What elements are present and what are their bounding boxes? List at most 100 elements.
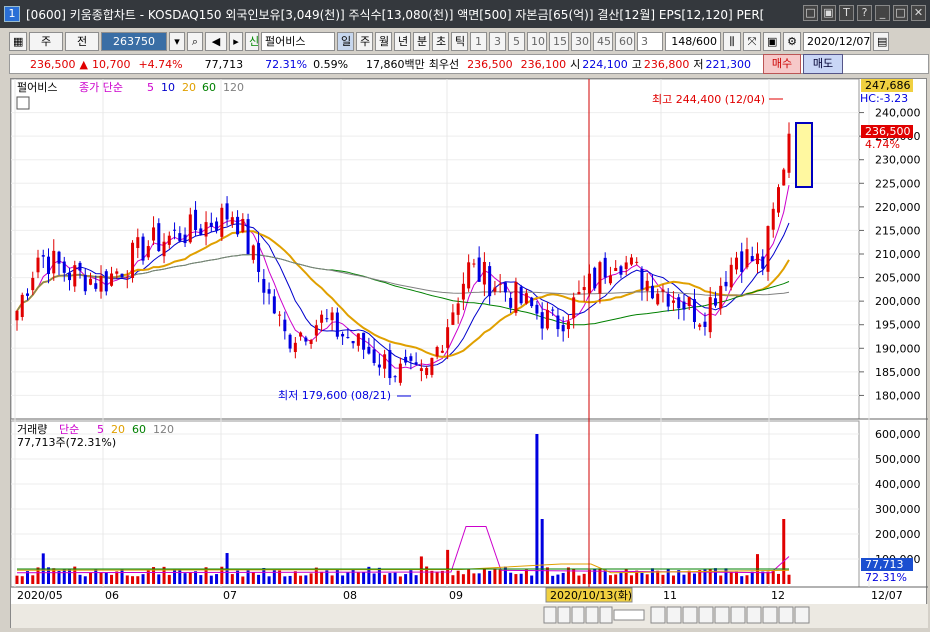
candle-body (782, 169, 786, 186)
draw-tool-icon[interactable]: ⤧ (743, 31, 761, 51)
chart-area[interactable]: 펄어비스 종가 단순 5 10 20 60 120 최고 244,400 (12… (10, 78, 928, 629)
interval-30[interactable]: 30 (571, 31, 591, 51)
candle-body (299, 332, 303, 337)
zoom-in-button[interactable] (666, 606, 682, 624)
sell-button[interactable]: 매도 (803, 54, 843, 74)
candle-body (209, 222, 213, 227)
volume-bar (94, 569, 98, 584)
tab-week[interactable]: 주 (356, 31, 373, 51)
print-button[interactable] (762, 606, 778, 624)
volume-bar (572, 569, 576, 584)
period-type-select[interactable]: 주 (29, 31, 63, 51)
tab-day[interactable]: 일 (337, 31, 354, 51)
gear-icon[interactable]: ⚙ (783, 31, 801, 51)
candle-body (41, 255, 45, 257)
sound-icon[interactable]: ◀ (205, 31, 227, 51)
scroll-prev-button[interactable] (557, 606, 571, 624)
refresh-button[interactable] (730, 606, 746, 624)
scroll-start-button[interactable] (543, 606, 557, 624)
price-tick-label: 225,000 (875, 177, 921, 190)
volume-bar (519, 573, 523, 584)
candle-body (572, 297, 576, 319)
stock-chart[interactable]: 펄어비스 종가 단순 5 10 20 60 120 최고 244,400 (12… (10, 78, 928, 629)
save-icon[interactable]: ▣ (763, 31, 781, 51)
stock-code-input[interactable]: 263750 (101, 31, 167, 51)
prev-stock-icon[interactable]: ▸ (229, 31, 243, 51)
volume-bar (556, 574, 560, 584)
calendar-icon[interactable]: ▤ (873, 31, 889, 51)
minimize-button[interactable]: _ (875, 5, 890, 21)
candle-body (514, 281, 518, 313)
settings-button[interactable] (746, 606, 762, 624)
turnover-rate: 0.59% (313, 57, 349, 71)
buy-button[interactable]: 매수 (763, 54, 801, 74)
price-change-pct: +4.74% (138, 57, 183, 71)
interval-5[interactable]: 5 (508, 31, 525, 51)
candle-body (650, 285, 654, 299)
candle-body (713, 298, 717, 306)
scroll-left-button[interactable] (682, 606, 698, 624)
volume-bar (551, 575, 555, 584)
interval-15[interactable]: 15 (549, 31, 569, 51)
volume-bar (157, 574, 161, 584)
candle-body (304, 337, 308, 342)
low-annotation: 최저 179,600 (08/21) (278, 389, 391, 402)
volume-bar (414, 575, 418, 584)
volume-legend-ma: 단순 (59, 423, 79, 436)
tab-tick[interactable]: 틱 (451, 31, 468, 51)
scroll-thumb[interactable] (613, 609, 645, 621)
candle-body (603, 257, 607, 278)
volume-bar (83, 576, 87, 584)
bars-icon[interactable]: ⫼ (723, 31, 741, 51)
candle-body (62, 261, 66, 273)
code-dropdown-icon[interactable]: ▾ (169, 31, 185, 51)
scroll-end-button[interactable] (599, 606, 613, 624)
export-button[interactable] (778, 606, 794, 624)
interval-input[interactable]: 3 (637, 31, 663, 51)
volume-bar (451, 575, 455, 584)
candle-body (677, 297, 681, 309)
candle-body (551, 309, 555, 311)
scroll-next-button[interactable] (585, 606, 599, 624)
interval-60[interactable]: 60 (615, 31, 635, 51)
text-icon[interactable]: T (839, 5, 854, 21)
candle-body (446, 327, 450, 348)
help-icon[interactable]: ? (857, 5, 872, 21)
layout-icon[interactable]: □ (803, 5, 818, 21)
data-count-field[interactable]: 148/600 (665, 31, 721, 51)
tab-month[interactable]: 월 (375, 31, 392, 51)
interval-45[interactable]: 45 (593, 31, 613, 51)
maximize-button[interactable]: □ (893, 5, 908, 21)
search-icon[interactable]: ⌕ (187, 31, 203, 51)
close-button[interactable]: ✕ (911, 5, 926, 21)
forecast-box[interactable] (795, 122, 813, 188)
interval-1[interactable]: 1 (470, 31, 487, 51)
volume-bar (687, 570, 691, 584)
candle-body (204, 222, 208, 237)
candle-body (488, 266, 492, 297)
candle-body (645, 280, 649, 291)
tab-second[interactable]: 초 (432, 31, 449, 51)
interval-10[interactable]: 10 (527, 31, 547, 51)
scroll-stop-button[interactable] (571, 606, 585, 624)
volume-bar (577, 575, 581, 584)
date-tick-label: 08 (343, 589, 357, 602)
market-select[interactable]: 전 (65, 31, 99, 51)
fullscreen-button[interactable] (794, 606, 810, 624)
date-input[interactable]: 2020/12/07 (803, 31, 871, 51)
stock-name-field[interactable]: 펄어비스 (261, 31, 335, 51)
toolbar-menu-icon[interactable]: ▦ (9, 31, 27, 51)
zoom-out-button[interactable] (650, 606, 666, 624)
layout2-icon[interactable]: ▣ (821, 5, 836, 21)
volume-bar (645, 574, 649, 584)
table-icon[interactable] (16, 96, 30, 110)
volume-bar (141, 574, 145, 584)
candle-body (398, 363, 402, 383)
reset-button[interactable] (714, 606, 730, 624)
candle-body (393, 376, 397, 378)
interval-3[interactable]: 3 (489, 31, 506, 51)
scroll-right-button[interactable] (698, 606, 714, 624)
candle-body (745, 249, 749, 268)
tab-year[interactable]: 년 (394, 31, 411, 51)
tab-minute[interactable]: 분 (413, 31, 430, 51)
